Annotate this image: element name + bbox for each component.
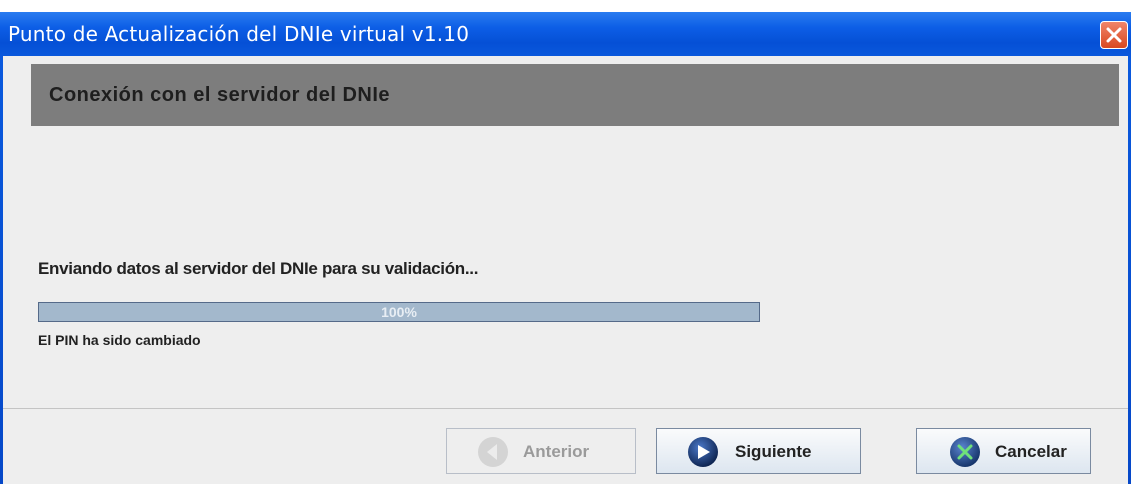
dialog-content: Conexión con el servidor del DNIe Envian…	[3, 56, 1128, 484]
close-icon	[1106, 27, 1122, 43]
next-label: Siguiente	[735, 442, 812, 461]
result-message: El PIN ha sido cambiado	[38, 332, 201, 348]
cancel-label: Cancelar	[995, 442, 1067, 461]
divider	[3, 408, 1128, 409]
step-header: Conexión con el servidor del DNIe	[31, 64, 1119, 126]
dialog-window: Punto de Actualización del DNIe virtual …	[0, 12, 1131, 484]
previous-label: Anterior	[523, 442, 590, 461]
next-button[interactable]: Siguiente	[656, 428, 861, 474]
cancel-x-icon	[949, 436, 981, 473]
progress-bar: 100%	[38, 302, 760, 322]
step-title: Conexión con el servidor del DNIe	[49, 84, 391, 106]
cancel-button[interactable]: Cancelar	[916, 428, 1091, 474]
progress-label: 100%	[381, 304, 417, 320]
arrow-right-icon	[687, 436, 719, 473]
close-button[interactable]	[1100, 21, 1128, 49]
arrow-left-icon	[477, 436, 509, 473]
window-title: Punto de Actualización del DNIe virtual …	[8, 22, 470, 46]
status-message: Enviando datos al servidor del DNIe para…	[38, 259, 479, 278]
title-bar[interactable]: Punto de Actualización del DNIe virtual …	[0, 12, 1131, 56]
previous-button[interactable]: Anterior	[446, 428, 636, 474]
